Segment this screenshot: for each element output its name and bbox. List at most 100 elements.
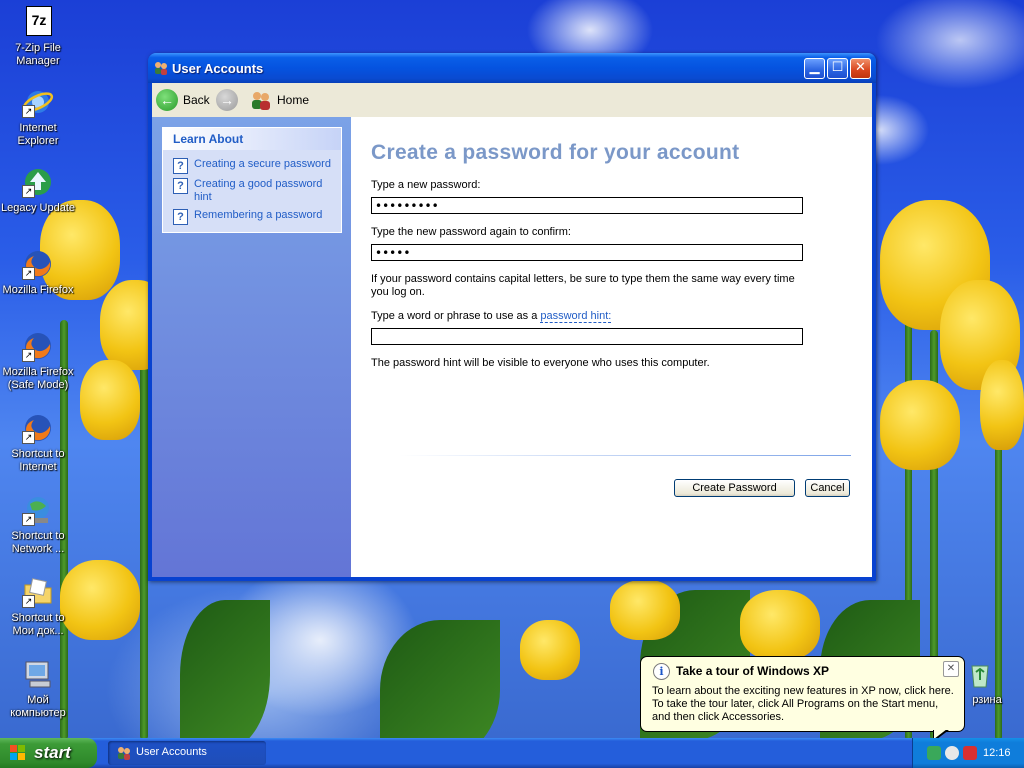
user-accounts-icon <box>153 60 169 76</box>
clock[interactable]: 12:16 <box>983 747 1011 759</box>
windows-logo-icon <box>10 745 26 761</box>
home-button[interactable]: Home <box>250 87 309 113</box>
cancel-button[interactable]: Cancel <box>805 479 850 497</box>
desktop-icon-7zip[interactable]: 7z 7-Zip File Manager <box>0 6 76 68</box>
info-icon: i <box>653 663 670 680</box>
desktop-icon-shortcut-documents[interactable]: ↗ Shortcut to Мои док... <box>0 576 76 638</box>
window-title: User Accounts <box>172 61 264 76</box>
documents-folder-icon: ↗ <box>22 576 54 608</box>
tulip-flower <box>880 380 960 470</box>
maximize-icon: ☐ <box>831 60 844 75</box>
taskbar: start User Accounts 12:16 <box>0 738 1024 768</box>
firefox-icon: ↗ <box>22 330 54 362</box>
desktop-icon-label: Internet Explorer <box>17 122 59 147</box>
7zip-icon: 7z <box>22 6 54 38</box>
back-arrow-icon: ← <box>156 89 178 111</box>
desktop-icon-label: Mozilla Firefox <box>2 284 74 296</box>
close-icon: ✕ <box>855 60 866 75</box>
learn-item-remembering-password[interactable]: ? Remembering a password <box>173 209 335 225</box>
maximize-button[interactable]: ☐ <box>827 58 848 79</box>
firefox-icon: ↗ <box>22 248 54 280</box>
back-label: Back <box>183 93 210 107</box>
desktop-icon-label: Мой компьютер <box>10 694 66 719</box>
tulip-leaf <box>380 620 500 738</box>
tulip-stem <box>140 360 148 738</box>
desktop-icon-legacy-update[interactable]: ↗ Legacy Update <box>0 166 76 215</box>
desktop-icon-label: Shortcut to Network ... <box>11 530 65 555</box>
desktop-icon-label: Shortcut to Мои док... <box>11 612 65 637</box>
tulip-leaf <box>180 600 270 738</box>
password-hint-label: Type a word or phrase to use as a passwo… <box>371 310 612 323</box>
help-icon: ? <box>173 178 188 194</box>
desktop-icon-firefox-safe-mode[interactable]: ↗ Mozilla Firefox (Safe Mode) <box>0 330 76 392</box>
home-label: Home <box>277 93 310 107</box>
tulip-flower <box>80 360 140 440</box>
network-tray-icon[interactable] <box>927 746 941 760</box>
update-tray-icon[interactable] <box>945 746 959 760</box>
help-icon: ? <box>173 209 188 225</box>
minimize-button[interactable]: ▁ <box>804 58 825 79</box>
new-password-field[interactable] <box>371 197 803 214</box>
system-tray: 12:16 <box>912 738 1024 768</box>
desktop-icon-label: 7-Zip File Manager <box>15 42 61 67</box>
desktop-icon-label: Mozilla Firefox (Safe Mode) <box>2 366 74 391</box>
learn-item-label: Remembering a password <box>194 209 323 221</box>
forward-arrow-icon: → <box>216 89 238 111</box>
capital-letters-note: If your password contains capital letter… <box>371 273 795 298</box>
password-hint-field[interactable] <box>371 328 803 345</box>
internet-explorer-icon: ↗ <box>22 86 54 118</box>
balloon-body: To learn about the exciting new features… <box>652 685 954 723</box>
learn-item-label: Creating a good password hint <box>194 178 323 203</box>
home-users-icon <box>250 90 272 110</box>
user-accounts-window: User Accounts ▁ ☐ ✕ ← Back → Home Learn … <box>148 53 876 581</box>
tulip-flower <box>740 590 820 660</box>
desktop-icon-label: Shortcut to Internet <box>11 448 65 473</box>
password-hint-link[interactable]: password hint: <box>540 310 612 323</box>
learn-about-header: Learn About <box>163 128 341 150</box>
desktop-icon-shortcut-network[interactable]: ↗ Shortcut to Network ... <box>0 494 76 556</box>
tulip-flower <box>520 620 580 680</box>
start-button[interactable]: start <box>0 738 97 768</box>
desktop-icon-label: Legacy Update <box>1 202 75 214</box>
balloon-title: Take a tour of Windows XP <box>676 664 830 678</box>
learn-about-box: Learn About ? Creating a secure password… <box>162 127 342 233</box>
user-accounts-icon <box>116 745 132 761</box>
forward-button[interactable]: → <box>216 87 238 113</box>
task-pane: Learn About ? Creating a secure password… <box>152 117 351 577</box>
window-toolbar: ← Back → Home <box>152 83 872 118</box>
legacy-update-icon: ↗ <box>22 166 54 198</box>
security-shield-icon[interactable] <box>963 746 977 760</box>
back-button[interactable]: ← Back <box>156 87 210 113</box>
learn-item-secure-password[interactable]: ? Creating a secure password <box>173 158 335 174</box>
desktop-icon-shortcut-internet[interactable]: ↗ Shortcut to Internet <box>0 412 76 474</box>
learn-item-password-hint[interactable]: ? Creating a good password hint <box>173 178 335 204</box>
desktop-icon-firefox[interactable]: ↗ Mozilla Firefox <box>0 248 76 297</box>
firefox-icon: ↗ <box>22 412 54 444</box>
window-content: Learn About ? Creating a secure password… <box>152 117 872 577</box>
tulip-flower <box>610 580 680 640</box>
close-button[interactable]: ✕ <box>850 58 871 79</box>
page-title: Create a password for your account <box>371 141 740 164</box>
password-hint-label-text: Type a word or phrase to use as a <box>371 310 541 322</box>
desktop-icon-my-computer[interactable]: Мой компьютер <box>0 658 76 720</box>
learn-item-label: Creating a secure password <box>194 158 331 170</box>
taskbar-button-label: User Accounts <box>136 746 207 758</box>
minimize-icon: ▁ <box>809 60 820 75</box>
window-titlebar[interactable]: User Accounts ▁ ☐ ✕ <box>148 53 876 83</box>
balloon-close-button[interactable]: ✕ <box>943 661 959 677</box>
desktop-icon-internet-explorer[interactable]: ↗ Internet Explorer <box>0 86 76 148</box>
network-icon: ↗ <box>22 494 54 526</box>
taskbar-button-user-accounts[interactable]: User Accounts <box>108 741 266 765</box>
create-password-form: Create a password for your account Type … <box>351 117 872 577</box>
my-computer-icon <box>22 658 54 690</box>
help-icon: ? <box>173 158 188 174</box>
start-label: start <box>34 743 71 762</box>
tour-notification-balloon[interactable]: i Take a tour of Windows XP ✕ To learn a… <box>640 656 965 742</box>
new-password-label: Type a new password: <box>371 179 481 191</box>
confirm-password-field[interactable] <box>371 244 803 261</box>
create-password-button[interactable]: Create Password <box>674 479 795 497</box>
recycle-bin-icon <box>964 658 996 690</box>
tulip-flower <box>980 360 1024 450</box>
hint-visibility-note: The password hint will be visible to eve… <box>371 357 710 369</box>
confirm-password-label: Type the new password again to confirm: <box>371 226 571 238</box>
